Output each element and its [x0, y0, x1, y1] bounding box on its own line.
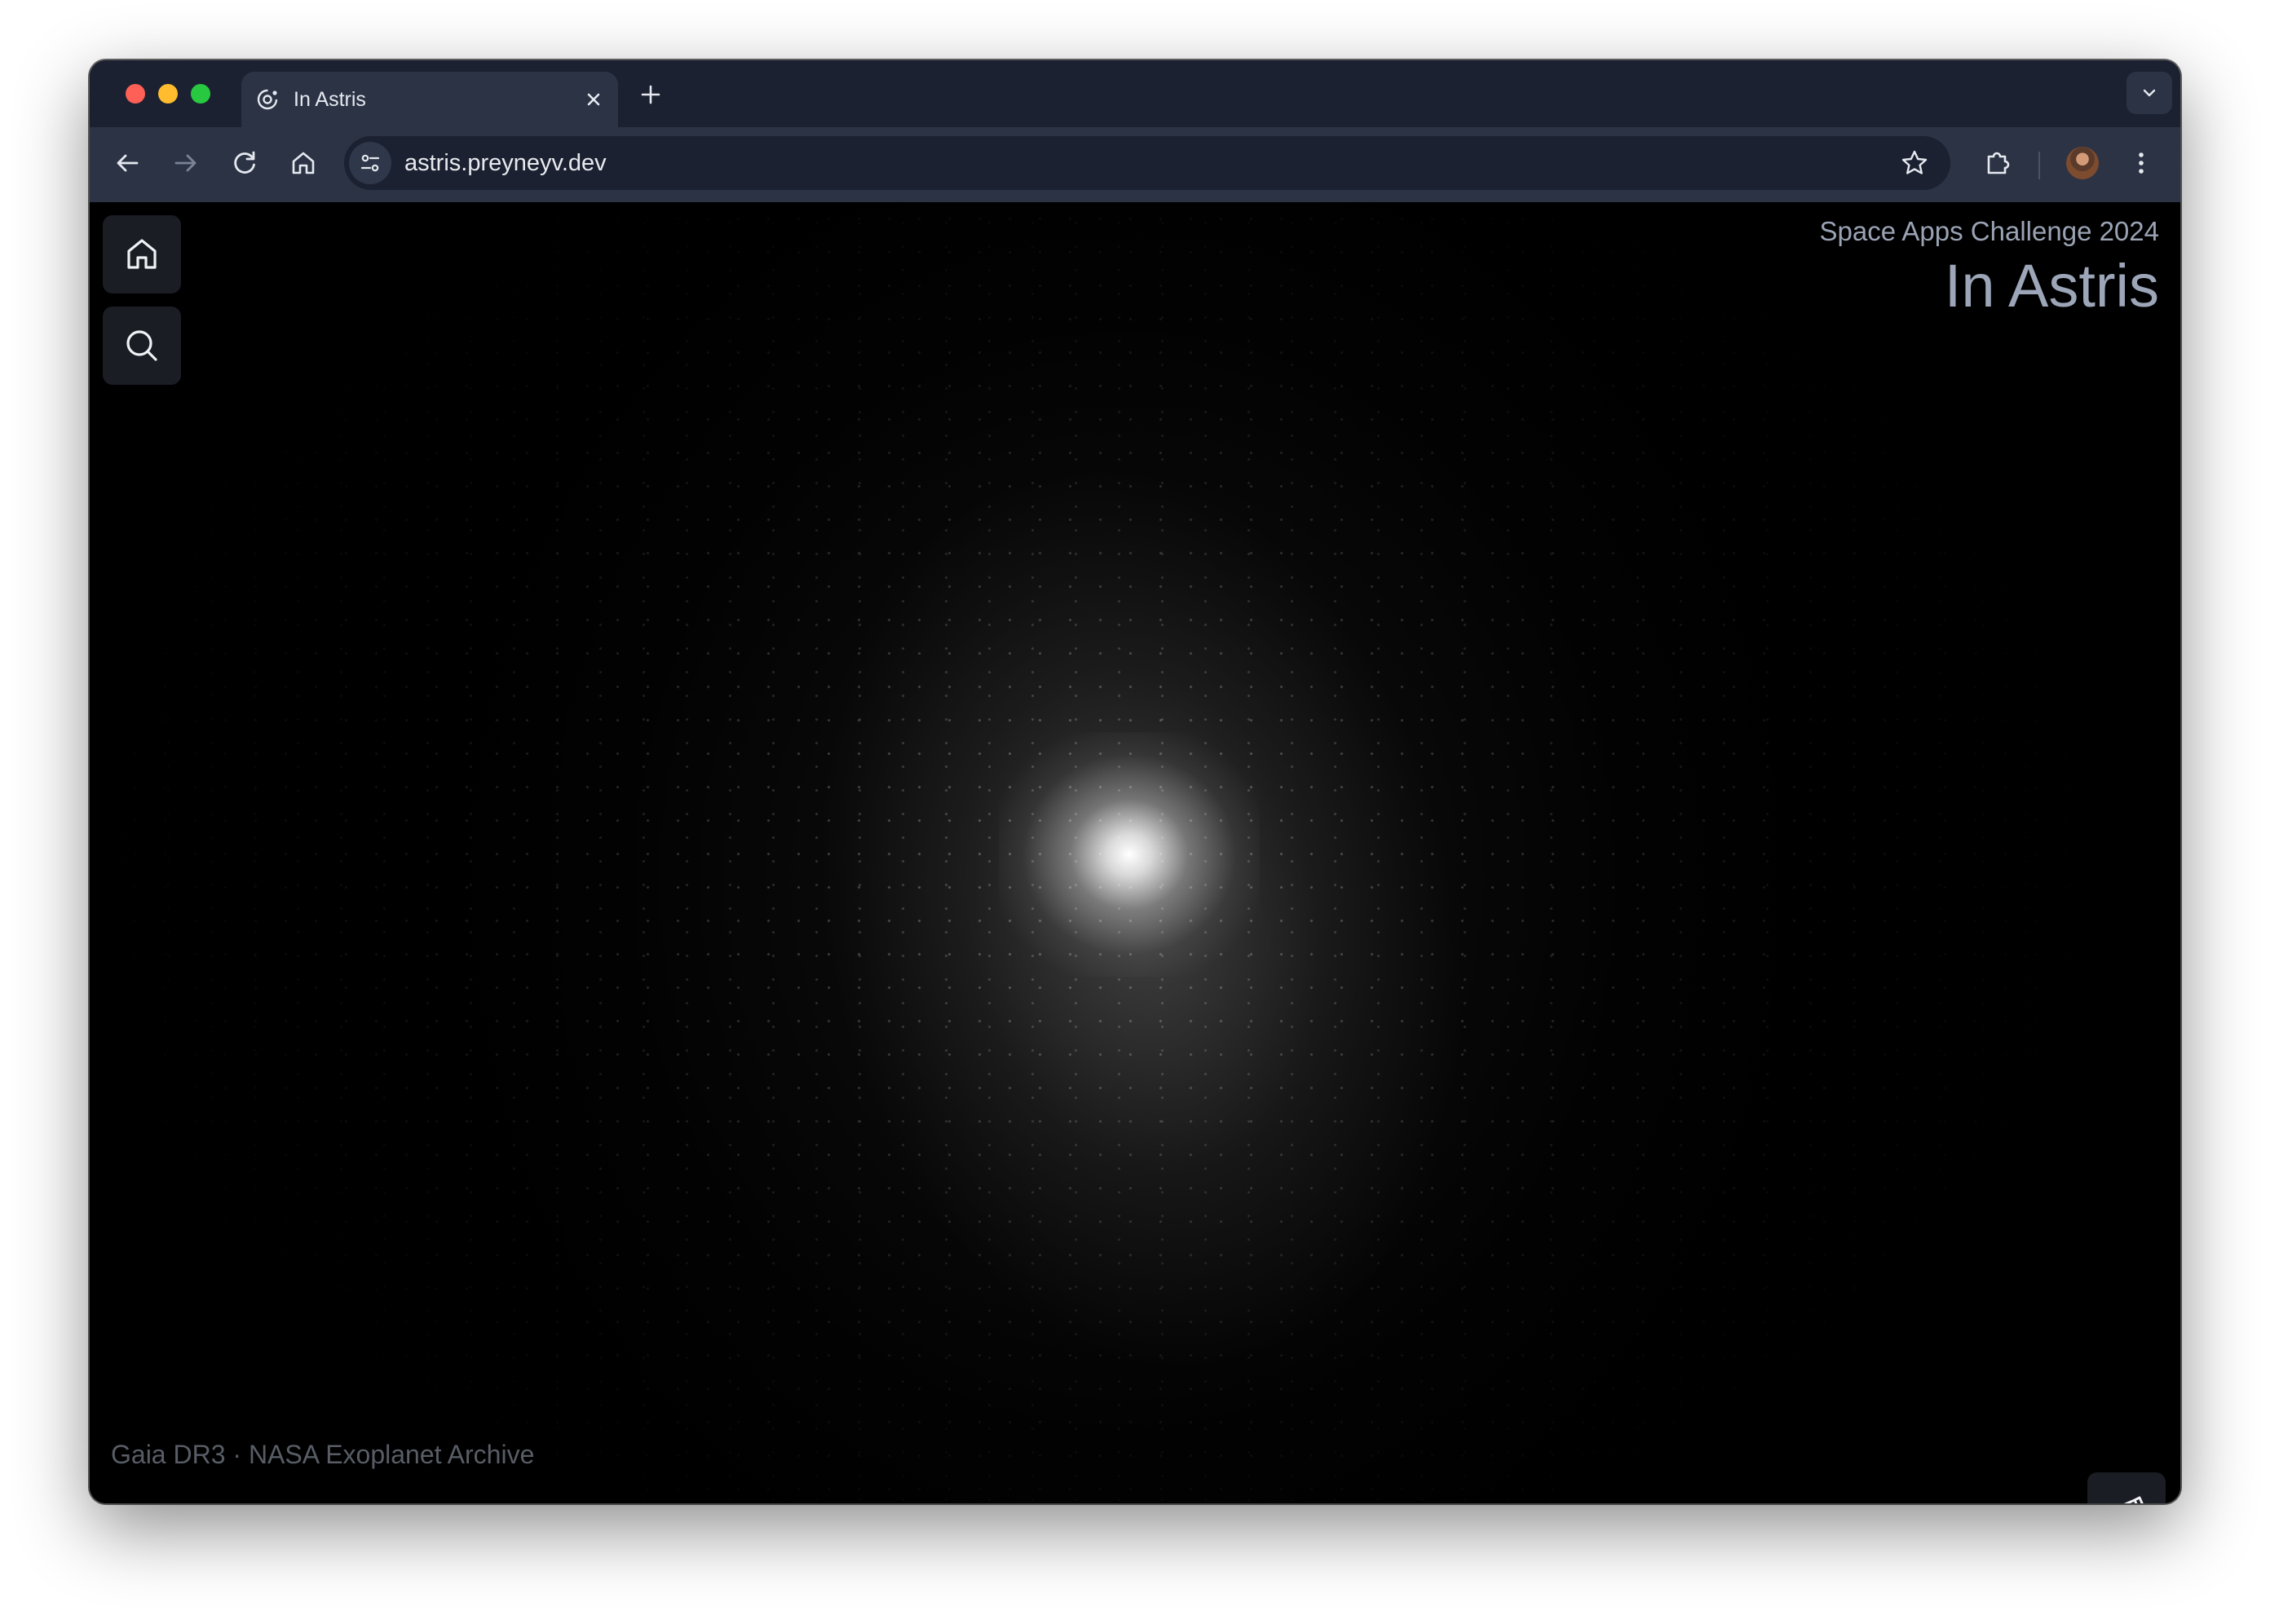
tab-title: In Astris	[294, 88, 366, 111]
close-window-button[interactable]	[126, 84, 145, 104]
close-tab-icon[interactable]	[581, 86, 607, 113]
minimize-window-button[interactable]	[158, 84, 178, 104]
site-info-button[interactable]	[349, 142, 391, 184]
search-icon	[126, 330, 157, 361]
tab-strip: In Astris	[90, 60, 2180, 127]
browser-toolbar: astris.preyneyv.dev	[90, 127, 2180, 204]
tab-in-astris[interactable]: In Astris	[241, 72, 618, 127]
home-icon[interactable]	[287, 147, 320, 179]
search-button[interactable]	[103, 307, 181, 385]
url-text: astris.preyneyv.dev	[404, 150, 607, 176]
profile-avatar[interactable]	[2066, 147, 2099, 179]
bookmark-star-icon[interactable]	[1900, 148, 1929, 178]
maximize-window-button[interactable]	[191, 84, 210, 104]
address-bar[interactable]: astris.preyneyv.dev	[344, 136, 1950, 190]
more-vertical-icon[interactable]	[2125, 147, 2157, 179]
back-arrow-icon[interactable]	[111, 147, 144, 179]
browser-window: In Astris astris.preyneyv.dev Space Apps…	[90, 60, 2180, 1503]
chevron-down-icon	[2143, 89, 2156, 97]
event-subtitle: Space Apps Challenge 2024	[1819, 216, 2160, 246]
telescope-button[interactable]	[2087, 1472, 2166, 1503]
tab-search-button[interactable]	[2126, 72, 2172, 114]
new-tab-icon[interactable]	[638, 82, 664, 108]
sky-viewport[interactable]: Space Apps Challenge 2024 In Astris Gaia…	[90, 202, 2180, 1503]
data-credit: Gaia DR3 · NASA Exoplanet Archive	[111, 1440, 535, 1469]
home-button[interactable]	[103, 215, 181, 293]
orbit-icon	[257, 89, 278, 110]
reload-icon[interactable]	[228, 147, 261, 179]
extensions-puzzle-icon[interactable]	[1981, 147, 2014, 179]
toolbar-separator	[2038, 152, 2040, 179]
galactic-core	[999, 732, 1260, 977]
telescope-icon	[2123, 1496, 2144, 1503]
tune-icon	[360, 154, 380, 172]
home-icon	[127, 239, 157, 269]
forward-arrow-icon[interactable]	[170, 147, 202, 179]
app-title: In Astris	[1944, 252, 2159, 320]
